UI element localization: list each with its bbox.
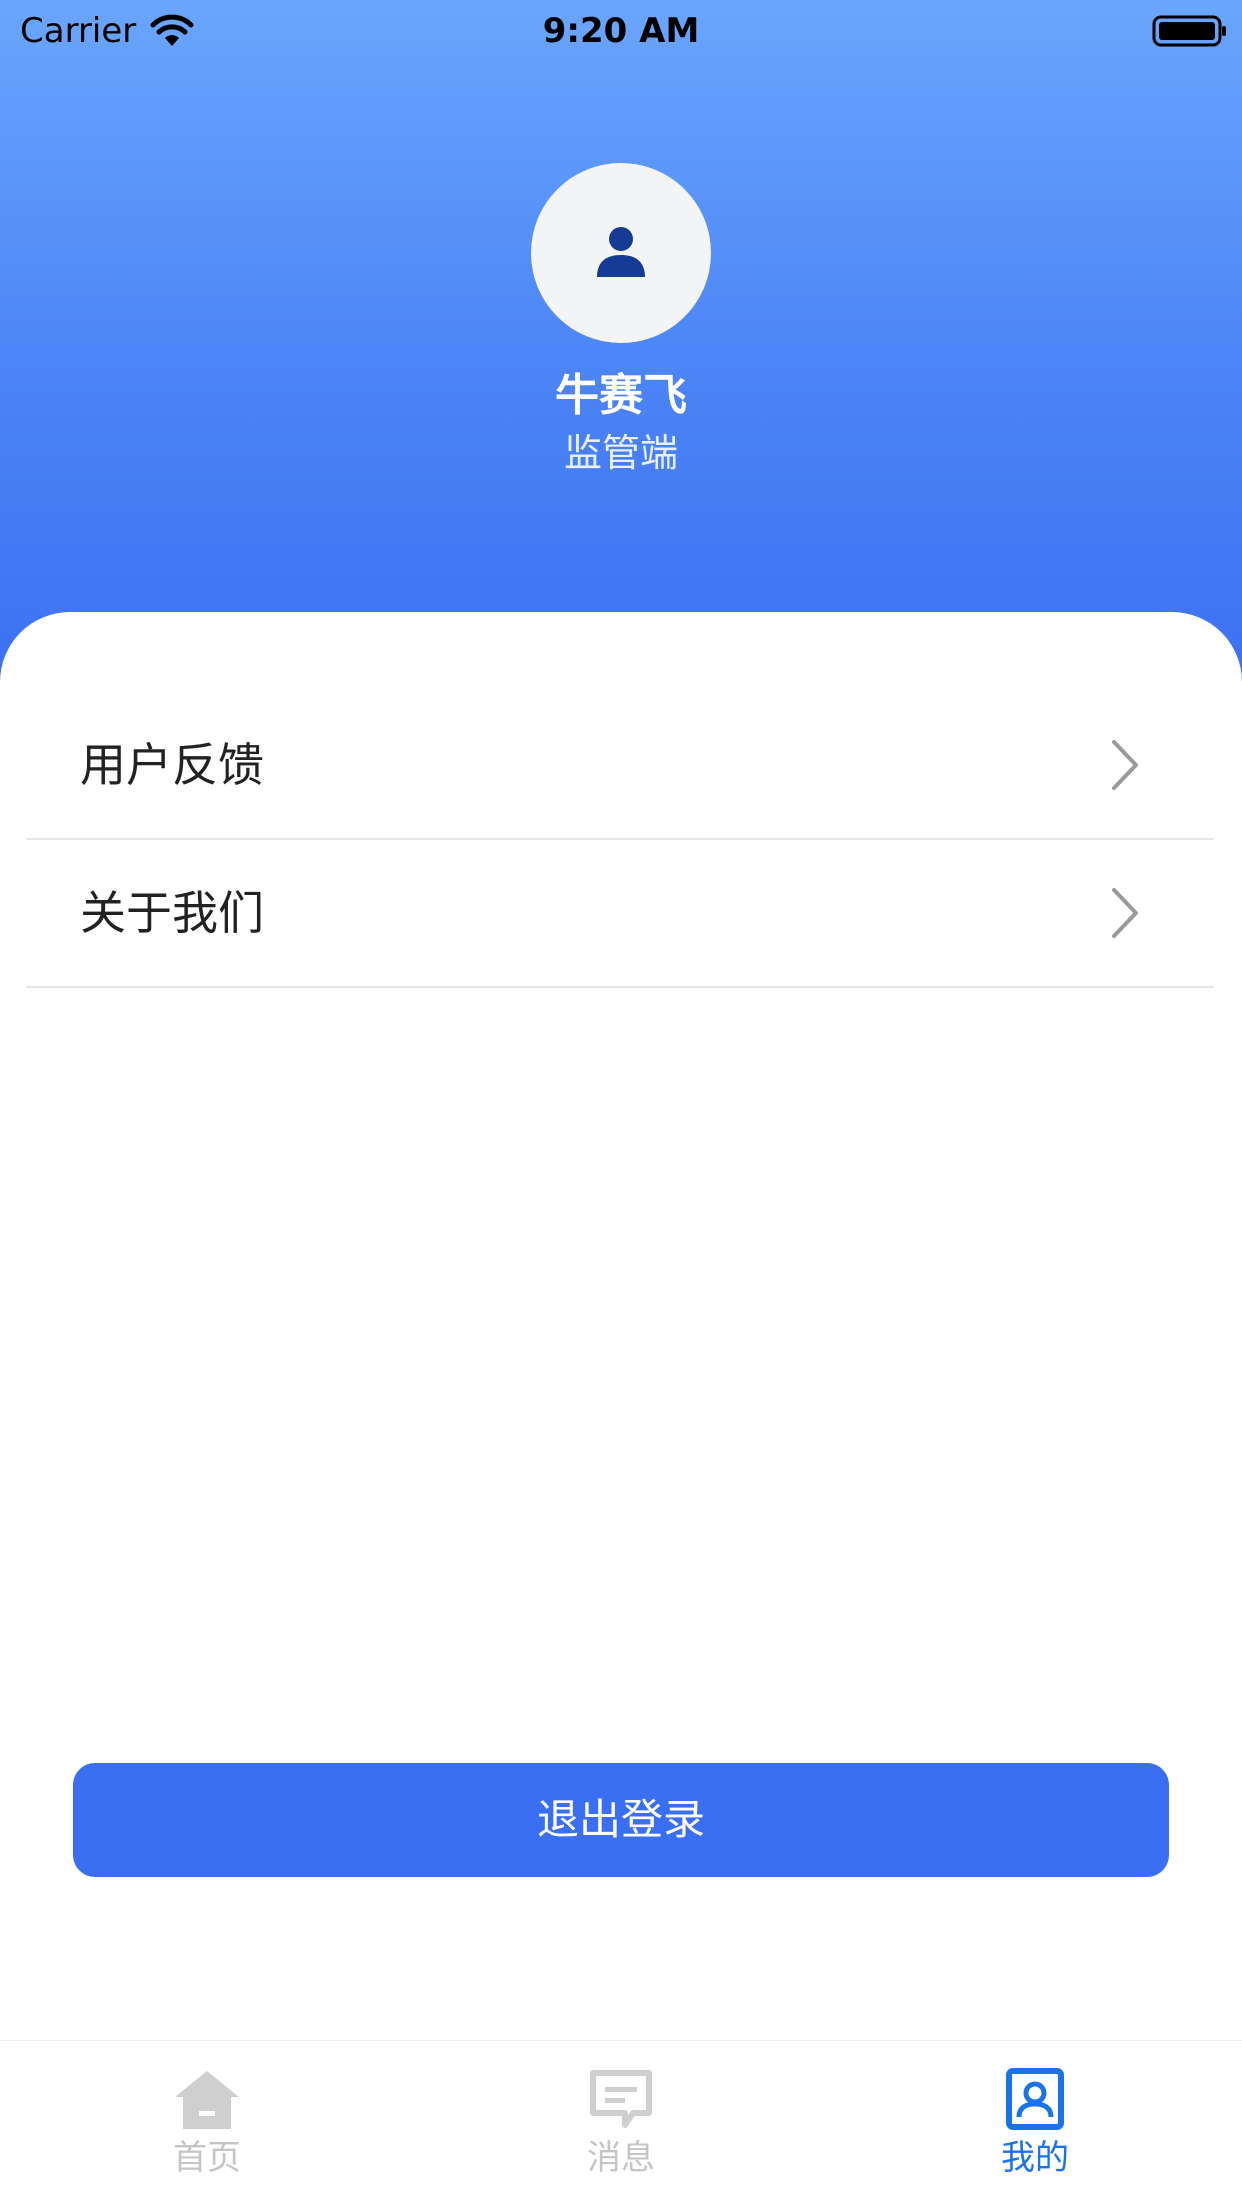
menu-item-label: 关于我们 (80, 886, 264, 940)
tab-profile[interactable]: 我的 (828, 2041, 1242, 2209)
profile-icon (1006, 2068, 1064, 2130)
status-bar: Carrier 9:20 AM (0, 0, 1242, 60)
tab-bar: 首页 消息 我的 (0, 2040, 1242, 2209)
avatar[interactable] (531, 163, 711, 343)
tab-messages[interactable]: 消息 (414, 2041, 828, 2209)
message-icon (590, 2070, 652, 2128)
home-icon (175, 2071, 239, 2129)
logout-button[interactable]: 退出登录 (73, 1763, 1169, 1877)
profile-header (0, 0, 1242, 700)
menu-item-feedback[interactable]: 用户反馈 (26, 692, 1214, 840)
chevron-right-icon (1112, 888, 1138, 938)
tab-label: 我的 (1001, 2138, 1069, 2178)
menu-item-about[interactable]: 关于我们 (26, 840, 1214, 988)
chevron-right-icon (1112, 740, 1138, 790)
status-time: 9:20 AM (542, 11, 700, 51)
battery-icon (1152, 15, 1226, 47)
user-role: 监管端 (563, 431, 678, 475)
tab-label: 首页 (173, 2138, 241, 2178)
user-icon (597, 227, 645, 277)
user-name: 牛赛飞 (555, 370, 687, 421)
menu-item-label: 用户反馈 (80, 738, 264, 792)
tab-home[interactable]: 首页 (0, 2041, 414, 2209)
tab-label: 消息 (587, 2138, 655, 2178)
